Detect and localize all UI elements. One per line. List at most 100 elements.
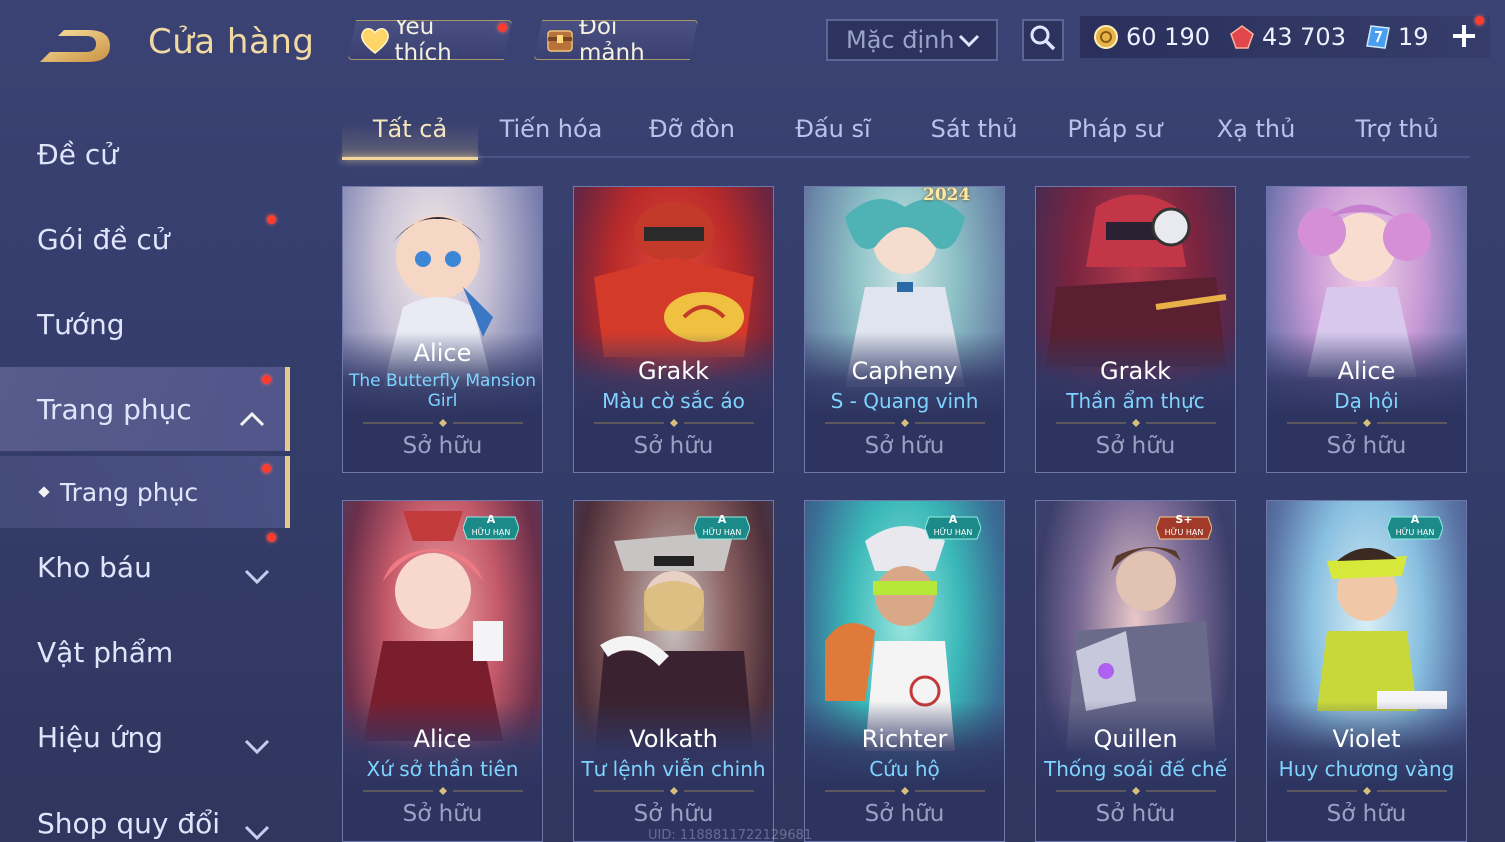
chevron-up-icon	[239, 401, 265, 427]
add-currency-button[interactable]	[1446, 16, 1484, 56]
chevron-down-icon	[244, 559, 270, 585]
sidebar-item-recommended-bundles[interactable]: Gói đề cử	[0, 197, 290, 281]
skin-name: Cứu hộ	[869, 757, 940, 781]
shard-exchange-button[interactable]: Đổi mảnh	[534, 20, 698, 60]
voucher-value: 19	[1397, 23, 1429, 51]
favorites-label: Yêu thích	[394, 14, 452, 66]
notification-dot	[267, 533, 276, 542]
skin-card[interactable]: A HỮU HẠN Alice Xứ sở thần tiên Sở hữu	[342, 500, 543, 842]
limited-rank-badge: A HỮU HẠN	[693, 513, 751, 541]
divider-ornament	[825, 419, 985, 427]
gold-value: 60 190	[1126, 23, 1210, 51]
skin-card[interactable]: Grakk Màu cờ sắc áo Sở hữu	[573, 186, 774, 473]
tab-warrior[interactable]: Đấu sĩ	[765, 100, 901, 158]
limited-label: HỮU HẠN	[471, 528, 511, 537]
owned-status: Sở hữu	[633, 801, 714, 827]
favorites-button[interactable]: Yêu thích	[348, 20, 512, 60]
voucher-balance: 19	[1364, 23, 1429, 51]
top-bar: Cửa hàng Yêu thích Đổi mảnh Mặc định 60 …	[0, 0, 1505, 90]
owned-status: Sở hữu	[864, 801, 945, 827]
skin-card[interactable]: A HỮU HẠN Volkath Tư lệnh viễn chinh Sở …	[573, 500, 774, 842]
skin-name: Dạ hội	[1334, 389, 1399, 413]
divider-ornament	[825, 787, 985, 795]
skin-card[interactable]: Alice Dạ hội Sở hữu	[1266, 186, 1467, 473]
back-arrow-icon[interactable]	[36, 26, 116, 66]
divider-ornament	[363, 787, 523, 795]
sidebar-item-label: Trang phục	[37, 392, 192, 426]
divider-ornament	[594, 787, 754, 795]
hero-name: Capheny	[851, 357, 958, 385]
sidebar-item-label: Shop quy đổi	[37, 806, 220, 840]
divider-ornament	[594, 419, 754, 427]
blue-voucher-icon	[1364, 23, 1392, 51]
diamond-bullet-icon	[38, 486, 50, 498]
limited-label: HỮU HẠN	[1164, 528, 1204, 537]
divider-ornament	[363, 419, 523, 427]
tab-all[interactable]: Tất cả	[342, 100, 478, 160]
year-badge: 2024	[923, 186, 971, 205]
rank-label: A	[717, 513, 727, 526]
role-tabs: Tất cả Tiến hóa Đỡ đòn Đấu sĩ Sát thủ Ph…	[342, 100, 1470, 160]
hero-name: Richter	[861, 725, 948, 753]
skin-name: Tư lệnh viễn chinh	[581, 757, 766, 781]
sidebar-item-exchange-shop[interactable]: Shop quy đổi	[0, 781, 290, 842]
hero-name: Volkath	[629, 725, 718, 753]
sidebar-item-label: Kho báu	[37, 550, 152, 584]
tab-evolution[interactable]: Tiến hóa	[483, 100, 619, 158]
skin-card[interactable]: S+ HỮU HẠN Quillen Thống soái đế chế Sở …	[1035, 500, 1236, 842]
owned-status: Sở hữu	[402, 433, 483, 459]
limited-rank-badge: A HỮU HẠN	[924, 513, 982, 541]
sidebar-item-label: Vật phẩm	[37, 635, 174, 669]
hero-name: Quillen	[1093, 725, 1178, 753]
plus-icon	[1451, 23, 1477, 53]
skin-name: Thống soái đế chế	[1043, 757, 1228, 781]
owned-status: Sở hữu	[402, 801, 483, 827]
tab-assassin[interactable]: Sát thủ	[906, 100, 1042, 158]
shard-exchange-label: Đổi mảnh	[579, 14, 645, 66]
skin-card[interactable]: 2024 Capheny S - Quang vinh Sở hữu	[804, 186, 1005, 473]
sidebar-item-items[interactable]: Vật phẩm	[0, 610, 290, 694]
search-button[interactable]	[1022, 19, 1064, 61]
limited-rank-badge: A HỮU HẠN	[462, 513, 520, 541]
sidebar-item-skins[interactable]: Trang phục	[0, 367, 290, 451]
limited-label: HỮU HẠN	[933, 528, 973, 537]
owned-status: Sở hữu	[1326, 801, 1407, 827]
skin-name: Huy chương vàng	[1278, 757, 1455, 781]
sidebar-item-effects[interactable]: Hiệu ứng	[0, 695, 290, 779]
skin-name: Màu cờ sắc áo	[602, 389, 745, 413]
heart-icon	[359, 24, 390, 56]
shard-chest-icon	[545, 24, 575, 56]
tab-support[interactable]: Trợ thủ	[1329, 100, 1465, 158]
skin-name: S - Quang vinh	[830, 389, 979, 413]
tab-mage[interactable]: Pháp sư	[1047, 100, 1183, 158]
owned-status: Sở hữu	[864, 433, 945, 459]
gold-coin-icon	[1092, 23, 1120, 51]
sidebar-subitem-skins[interactable]: Trang phục	[0, 456, 290, 528]
sidebar-item-recommended[interactable]: Đề cử	[0, 112, 290, 196]
notification-dot	[267, 215, 276, 224]
skin-card[interactable]: Alice The Butterfly Mansion Girl Sở hữu	[342, 186, 543, 473]
divider-ornament	[1056, 787, 1216, 795]
sort-dropdown[interactable]: Mặc định	[826, 19, 998, 61]
sidebar-item-treasure[interactable]: Kho báu	[0, 525, 290, 609]
owned-status: Sở hữu	[1095, 433, 1176, 459]
skin-card[interactable]: A HỮU HẠN Violet Huy chương vàng Sở hữu	[1266, 500, 1467, 842]
currency-bar: 60 190 43 703 19	[1080, 16, 1490, 58]
sidebar: Đề cử Gói đề cử Tướng Trang phục Trang p…	[0, 95, 290, 842]
tab-marksman[interactable]: Xạ thủ	[1188, 100, 1324, 158]
skin-card[interactable]: Grakk Thần ẩm thực Sở hữu	[1035, 186, 1236, 473]
user-id-watermark: UID: 1188811722129681	[648, 828, 813, 842]
gold-balance: 60 190	[1092, 23, 1210, 51]
tab-tank[interactable]: Đỡ đòn	[624, 100, 760, 158]
page-title: Cửa hàng	[148, 22, 315, 62]
skin-card[interactable]: A HỮU HẠN Richter Cứu hộ Sở hữu	[804, 500, 1005, 842]
red-gem-icon	[1228, 23, 1256, 51]
chevron-down-icon	[958, 26, 980, 54]
sidebar-item-heroes[interactable]: Tướng	[0, 282, 290, 366]
sidebar-item-label: Gói đề cử	[37, 222, 170, 256]
skin-name: Thần ẩm thực	[1066, 389, 1205, 413]
divider-ornament	[1287, 419, 1447, 427]
limited-label: HỮU HẠN	[702, 528, 742, 537]
hero-name: Alice	[413, 339, 472, 367]
notification-dot	[262, 464, 271, 473]
